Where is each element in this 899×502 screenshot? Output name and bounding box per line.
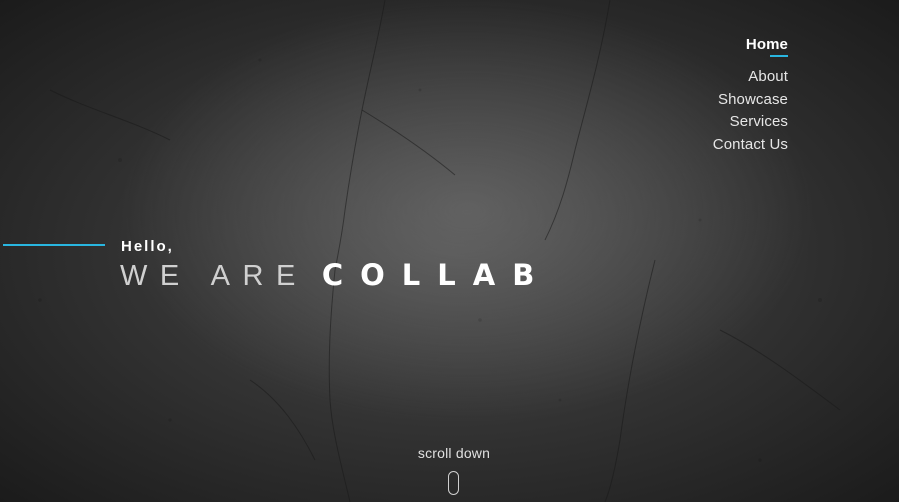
- mouse-icon[interactable]: [448, 471, 459, 495]
- hero-title: WE ARE COLLAB: [120, 258, 551, 293]
- hero-title-prefix: WE ARE: [120, 260, 308, 292]
- nav-item-label: Home: [745, 36, 788, 53]
- hero-brand-name: COLLAB: [321, 258, 552, 292]
- main-nav: Home About Showcase Services Contact Us: [713, 36, 788, 156]
- nav-item-services[interactable]: Services: [713, 111, 788, 134]
- nav-item-home[interactable]: Home: [713, 36, 788, 57]
- nav-item-showcase[interactable]: Showcase: [713, 89, 788, 112]
- scroll-down-label[interactable]: scroll down: [0, 445, 899, 461]
- nav-item-about[interactable]: About: [713, 66, 788, 89]
- hero-accent-line: [3, 244, 105, 246]
- nav-item-contact-us[interactable]: Contact Us: [713, 134, 788, 157]
- hero-greeting: Hello,: [121, 238, 174, 255]
- nav-active-indicator: [770, 55, 788, 57]
